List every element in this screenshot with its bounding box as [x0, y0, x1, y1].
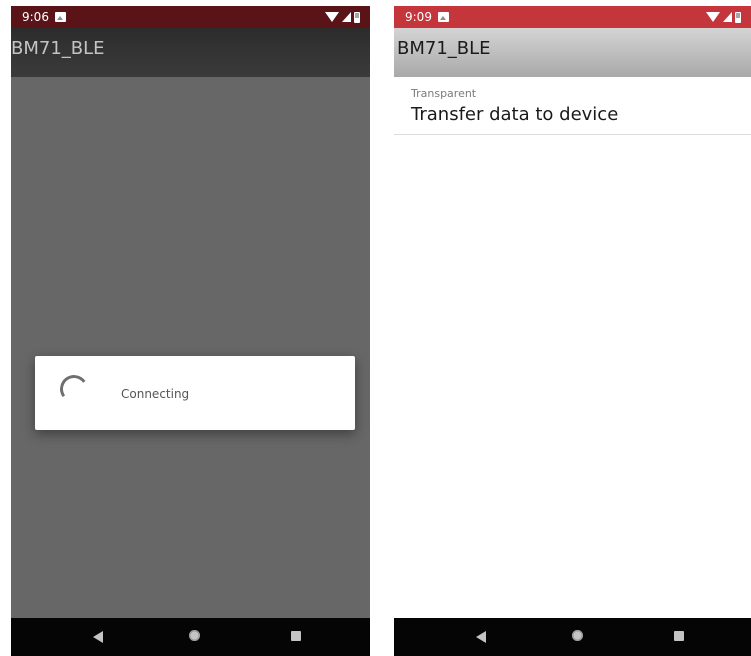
back-icon[interactable]: [93, 631, 103, 643]
status-bar: 9:09: [394, 6, 751, 28]
list-item-value: Transfer data to device: [411, 104, 619, 125]
app-title: BM71_BLE: [11, 38, 105, 59]
phone-screen-connecting: 9:06 BM71_BLE Connecting: [11, 6, 370, 656]
phone-screen-services: 9:09 BM71_BLE Transparent Transfer data …: [394, 6, 751, 656]
list-item-transparent[interactable]: Transparent Transfer data to device: [394, 77, 751, 135]
service-list: Transparent Transfer data to device: [394, 77, 751, 618]
home-icon[interactable]: [189, 630, 200, 641]
status-time: 9:06: [22, 10, 49, 24]
back-icon[interactable]: [476, 631, 486, 643]
dimmed-content: Connecting: [11, 77, 370, 618]
list-item-label: Transparent: [411, 87, 477, 100]
progress-spinner-icon: [57, 372, 91, 406]
signal-icon: [723, 12, 732, 22]
system-icons: [325, 11, 360, 23]
image-notification-icon: [55, 12, 66, 22]
home-icon[interactable]: [572, 630, 583, 641]
wifi-icon: [706, 12, 720, 22]
recents-icon[interactable]: [674, 631, 684, 641]
battery-icon: [354, 11, 360, 23]
image-notification-icon: [438, 12, 449, 22]
battery-icon: [735, 11, 741, 23]
signal-icon: [342, 12, 351, 22]
app-title: BM71_BLE: [397, 38, 491, 59]
app-bar: BM71_BLE: [11, 28, 370, 77]
dialog-message: Connecting: [121, 387, 190, 401]
connecting-dialog: Connecting: [35, 356, 355, 430]
system-icons: [706, 11, 741, 23]
wifi-icon: [325, 12, 339, 22]
navigation-bar: [394, 618, 751, 656]
app-bar: BM71_BLE: [394, 28, 751, 77]
navigation-bar: [11, 618, 370, 656]
status-time: 9:09: [405, 10, 432, 24]
recents-icon[interactable]: [291, 631, 301, 641]
status-bar: 9:06: [11, 6, 370, 28]
